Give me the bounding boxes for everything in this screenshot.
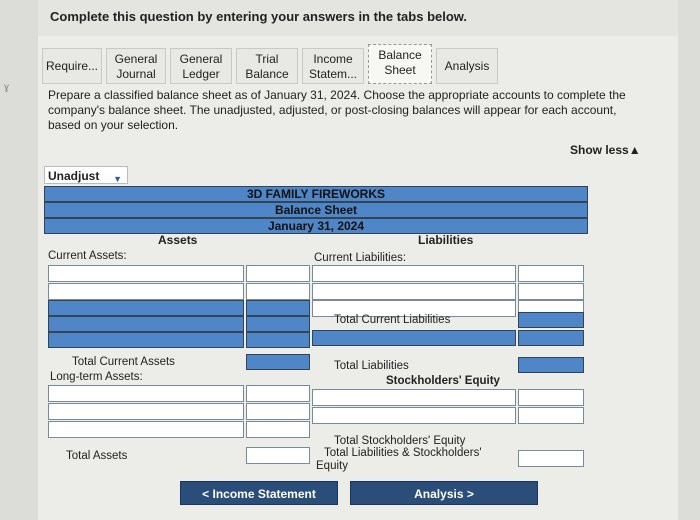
tab-label-line2: Ledger bbox=[182, 67, 220, 81]
tab-balance-sheet[interactable]: Balance Sheet bbox=[368, 44, 432, 84]
total-liabilities-label: Total Liabilities bbox=[334, 360, 409, 372]
liability-account-select[interactable] bbox=[312, 283, 516, 300]
asset-account-select[interactable] bbox=[48, 316, 244, 332]
total-liab-equity-input[interactable] bbox=[518, 450, 584, 467]
asset-account-select[interactable] bbox=[48, 300, 244, 316]
total-liab-equity-label-1: Total Liabilities & Stockholders' bbox=[324, 447, 482, 459]
asset-amount-input[interactable] bbox=[246, 300, 310, 316]
date-text: January 31, 2024 bbox=[267, 219, 365, 233]
total-current-liabilities-input[interactable] bbox=[518, 312, 584, 328]
company-name: 3D FAMILY FIREWORKS bbox=[44, 186, 588, 202]
total-stockholders-equity-label: Total Stockholders' Equity bbox=[334, 435, 466, 447]
tab-label-line1: General bbox=[114, 52, 158, 66]
tab-general-ledger[interactable]: General Ledger bbox=[170, 48, 232, 84]
prev-income-statement-button[interactable]: < Income Statement bbox=[180, 481, 338, 505]
liability-amount-input[interactable] bbox=[518, 283, 584, 300]
tab-label-line2: Balance bbox=[245, 67, 289, 81]
instructions: Prepare a classified balance sheet as of… bbox=[48, 88, 626, 132]
total-liab-equity-label-2: Equity bbox=[316, 460, 348, 472]
asset-amount-input[interactable] bbox=[246, 283, 310, 300]
asset-amount-input[interactable] bbox=[246, 332, 310, 348]
asset-amount-input[interactable] bbox=[246, 265, 310, 282]
asset-amount-input[interactable] bbox=[246, 385, 310, 402]
equity-amount-input[interactable] bbox=[518, 389, 584, 406]
asset-amount-input[interactable] bbox=[246, 316, 310, 332]
total-assets-input[interactable] bbox=[246, 447, 310, 464]
header-title: Complete this question by entering your … bbox=[50, 9, 468, 24]
company-text: 3D FAMILY FIREWORKS bbox=[246, 187, 386, 201]
asset-amount-input[interactable] bbox=[246, 421, 310, 438]
equity-account-select[interactable] bbox=[312, 407, 516, 424]
select-value: Unadjust bbox=[48, 169, 100, 183]
liability-amount-input[interactable] bbox=[518, 265, 584, 282]
current-assets-label: Current Assets: bbox=[48, 250, 127, 262]
current-liabilities-label: Current Liabilities: bbox=[314, 252, 407, 264]
asset-account-select[interactable] bbox=[48, 385, 244, 402]
tab-income-statement[interactable]: Income Statem... bbox=[302, 48, 364, 84]
question-header: Complete this question by entering your … bbox=[38, 0, 678, 36]
tab-label-line1: Income bbox=[313, 52, 353, 66]
margin-mark: ɣ bbox=[4, 82, 10, 93]
liabilities-header: Liabilities bbox=[418, 233, 474, 247]
tab-label-line1: Trial bbox=[255, 52, 279, 66]
liability-account-select[interactable] bbox=[312, 330, 516, 346]
long-term-assets-label: Long-term Assets: bbox=[50, 371, 143, 383]
tab-label: Require... bbox=[45, 59, 99, 73]
show-less-link[interactable]: Show less▲ bbox=[570, 143, 641, 157]
total-current-assets-label: Total Current Assets bbox=[72, 356, 175, 368]
statement-text: Balance Sheet bbox=[274, 203, 358, 217]
tab-requirements[interactable]: Require... bbox=[42, 48, 102, 84]
statement-title: Balance Sheet bbox=[44, 202, 588, 218]
asset-account-select[interactable] bbox=[48, 332, 244, 348]
tab-label-line1: General bbox=[179, 52, 223, 66]
asset-account-select[interactable] bbox=[48, 283, 244, 300]
total-current-liabilities-label: Total Current Liabilities bbox=[334, 314, 451, 326]
statement-date: January 31, 2024 bbox=[44, 218, 588, 234]
total-assets-label: Total Assets bbox=[66, 450, 128, 462]
tab-analysis[interactable]: Analysis bbox=[436, 48, 498, 84]
equity-amount-input[interactable] bbox=[518, 407, 584, 424]
tab-label-line2: Statem... bbox=[308, 67, 358, 81]
tab-label-line2: Journal bbox=[116, 67, 156, 81]
next-analysis-button[interactable]: Analysis > bbox=[350, 481, 538, 505]
total-liabilities-input[interactable] bbox=[518, 357, 584, 373]
tab-label: Analysis bbox=[444, 59, 490, 73]
tab-label-line1: Balance bbox=[378, 48, 422, 62]
tab-label-line2: Sheet bbox=[384, 63, 416, 77]
tab-general-journal[interactable]: General Journal bbox=[106, 48, 166, 84]
stockholders-equity-label: Stockholders' Equity bbox=[386, 375, 500, 387]
liability-account-select[interactable] bbox=[312, 265, 516, 282]
balance-type-select[interactable]: Unadjust ▼ bbox=[44, 166, 128, 184]
assets-header: Assets bbox=[158, 233, 198, 247]
asset-account-select[interactable] bbox=[48, 265, 244, 282]
equity-account-select[interactable] bbox=[312, 389, 516, 406]
liability-amount-input[interactable] bbox=[518, 330, 584, 346]
tab-trial-balance[interactable]: Trial Balance bbox=[236, 48, 298, 84]
asset-amount-input[interactable] bbox=[246, 403, 310, 420]
total-current-assets-input[interactable] bbox=[246, 354, 310, 370]
asset-account-select[interactable] bbox=[48, 403, 244, 420]
asset-account-select[interactable] bbox=[48, 421, 244, 438]
